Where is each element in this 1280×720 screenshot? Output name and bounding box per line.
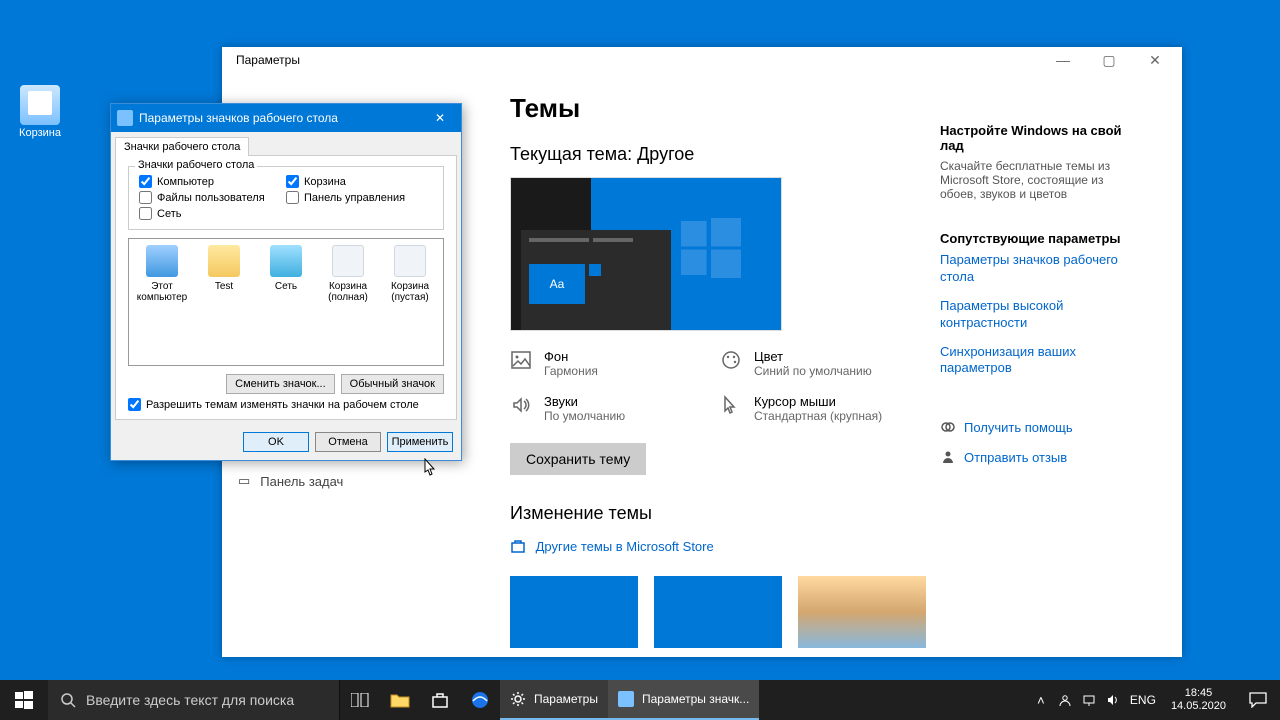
theme-thumb-2[interactable]: [654, 576, 782, 648]
user-folder-icon: [208, 245, 240, 277]
network-icon: [270, 245, 302, 277]
palette-icon: [720, 349, 742, 371]
store-icon: [510, 538, 526, 554]
icon-bin-full[interactable]: Корзина (полная): [319, 245, 377, 303]
apply-button[interactable]: Применить: [387, 432, 453, 452]
theme-prop-sounds[interactable]: ЗвукиПо умолчанию: [510, 394, 720, 423]
icon-network[interactable]: Сеть: [257, 245, 315, 292]
checkbox-computer[interactable]: Компьютер: [139, 175, 286, 188]
theme-prop-background[interactable]: ФонГармония: [510, 349, 720, 378]
theme-prop-cursor[interactable]: Курсор мышиСтандартная (крупная): [720, 394, 930, 423]
allow-themes-checkbox[interactable]: Разрешить темам изменять значки на рабоч…: [128, 398, 444, 411]
recycle-bin-empty-icon: [394, 245, 426, 277]
windows-start-icon: [15, 691, 33, 709]
icon-this-pc[interactable]: Этот компьютер: [133, 245, 191, 303]
checkbox-user-files[interactable]: Файлы пользователя: [139, 191, 286, 204]
theme-thumbnails: [510, 576, 940, 648]
theme-prop-color[interactable]: ЦветСиний по умолчанию: [720, 349, 930, 378]
checkbox-network[interactable]: Сеть: [139, 207, 286, 220]
start-button[interactable]: [0, 680, 48, 720]
change-icon-button[interactable]: Сменить значок...: [226, 374, 335, 394]
desktop-icons-fieldset: Значки рабочего стола Компьютер Корзина …: [128, 166, 444, 230]
tray-chevron-up-icon[interactable]: ˄: [1029, 680, 1053, 720]
link-high-contrast[interactable]: Параметры высокой контрастности: [940, 298, 1136, 332]
tray-language[interactable]: ENG: [1125, 680, 1161, 720]
dialog-titlebar[interactable]: Параметры значков рабочего стола ✕: [111, 104, 461, 132]
link-desktop-icons[interactable]: Параметры значков рабочего стола: [940, 252, 1136, 286]
checkbox-recycle-bin[interactable]: Корзина: [286, 175, 433, 188]
theme-thumb-1[interactable]: [510, 576, 638, 648]
link-sync-settings[interactable]: Синхронизация ваших параметров: [940, 344, 1136, 378]
recycle-bin-icon: [20, 85, 60, 125]
dialog-icon: [117, 110, 133, 126]
customize-heading: Настройте Windows на свой лад: [940, 123, 1136, 153]
tray-volume-icon[interactable]: [1101, 680, 1125, 720]
search-placeholder: Введите здесь текст для поиска: [86, 692, 294, 708]
speaker-icon: [510, 394, 532, 416]
recycle-bin-label: Корзина: [10, 127, 70, 139]
taskbar-explorer[interactable]: [380, 680, 420, 720]
taskbar-search[interactable]: Введите здесь текст для поиска: [48, 680, 340, 720]
feedback-icon: [940, 449, 956, 465]
settings-titlebar[interactable]: Параметры — ▢ ✕: [222, 47, 1182, 73]
folder-icon: [390, 692, 410, 708]
gear-icon: [510, 691, 526, 707]
picture-icon: [510, 349, 532, 371]
taskbar-icon: ▭: [238, 473, 250, 489]
close-button[interactable]: ✕: [1132, 47, 1178, 73]
tray-clock[interactable]: 18:45 14.05.2020: [1161, 687, 1236, 713]
default-icon-button[interactable]: Обычный значок: [341, 374, 444, 394]
save-theme-button[interactable]: Сохранить тему: [510, 443, 646, 475]
edge-icon: [471, 691, 489, 709]
ok-button[interactable]: OK: [243, 432, 309, 452]
notification-icon: [1249, 692, 1267, 708]
task-view-button[interactable]: [340, 680, 380, 720]
ms-store-themes-link[interactable]: Другие темы в Microsoft Store: [510, 538, 940, 554]
pc-icon: [146, 245, 178, 277]
dialog-title: Параметры значков рабочего стола: [139, 111, 338, 125]
windows-logo-icon: [681, 218, 741, 278]
customize-text: Скачайте бесплатные темы из Microsoft St…: [940, 159, 1136, 201]
taskbar: Введите здесь текст для поиска Параметры…: [0, 680, 1280, 720]
theme-preview[interactable]: Aa: [510, 177, 782, 331]
recycle-bin-full-icon: [332, 245, 364, 277]
taskbar-store[interactable]: [420, 680, 460, 720]
icon-bin-empty[interactable]: Корзина (пустая): [381, 245, 439, 303]
checkbox-control-panel[interactable]: Панель управления: [286, 191, 433, 204]
send-feedback-link[interactable]: Отправить отзыв: [940, 449, 1136, 465]
tray-network-icon[interactable]: [1077, 680, 1101, 720]
minimize-button[interactable]: —: [1040, 47, 1086, 73]
current-theme-label: Текущая тема: Другое: [510, 144, 940, 165]
help-icon: [940, 419, 956, 435]
fieldset-legend: Значки рабочего стола: [135, 159, 257, 171]
page-title: Темы: [510, 93, 940, 124]
get-help-link[interactable]: Получить помощь: [940, 419, 1136, 435]
dialog-tabs: Значки рабочего стола: [111, 132, 461, 155]
taskbar-edge[interactable]: [460, 680, 500, 720]
cancel-button[interactable]: Отмена: [315, 432, 381, 452]
desktop-recycle-bin[interactable]: Корзина: [10, 85, 70, 139]
taskbar-app-settings[interactable]: Параметры: [500, 680, 608, 720]
change-theme-heading: Изменение темы: [510, 503, 940, 524]
dialog-app-icon: [618, 691, 634, 707]
dialog-close-button[interactable]: ✕: [419, 104, 461, 132]
theme-thumb-3[interactable]: [798, 576, 926, 648]
maximize-button[interactable]: ▢: [1086, 47, 1132, 73]
icon-user-folder[interactable]: Test: [195, 245, 253, 292]
desktop-icon-settings-dialog: Параметры значков рабочего стола ✕ Значк…: [110, 103, 462, 461]
settings-title: Параметры: [236, 53, 300, 67]
sidebar-item-taskbar[interactable]: ▭ Панель задач: [222, 473, 504, 489]
taskbar-app-icon-settings[interactable]: Параметры значк...: [608, 680, 759, 720]
tray-notifications[interactable]: [1236, 680, 1280, 720]
cursor-icon: [720, 394, 742, 416]
store-icon: [431, 691, 449, 709]
task-view-icon: [351, 693, 369, 707]
search-icon: [60, 692, 76, 708]
tab-desktop-icons[interactable]: Значки рабочего стола: [115, 137, 249, 156]
related-heading: Сопутствующие параметры: [940, 231, 1136, 246]
tray-people-icon[interactable]: [1053, 680, 1077, 720]
icon-preview-list[interactable]: Этот компьютер Test Сеть Корзина (полная…: [128, 238, 444, 366]
